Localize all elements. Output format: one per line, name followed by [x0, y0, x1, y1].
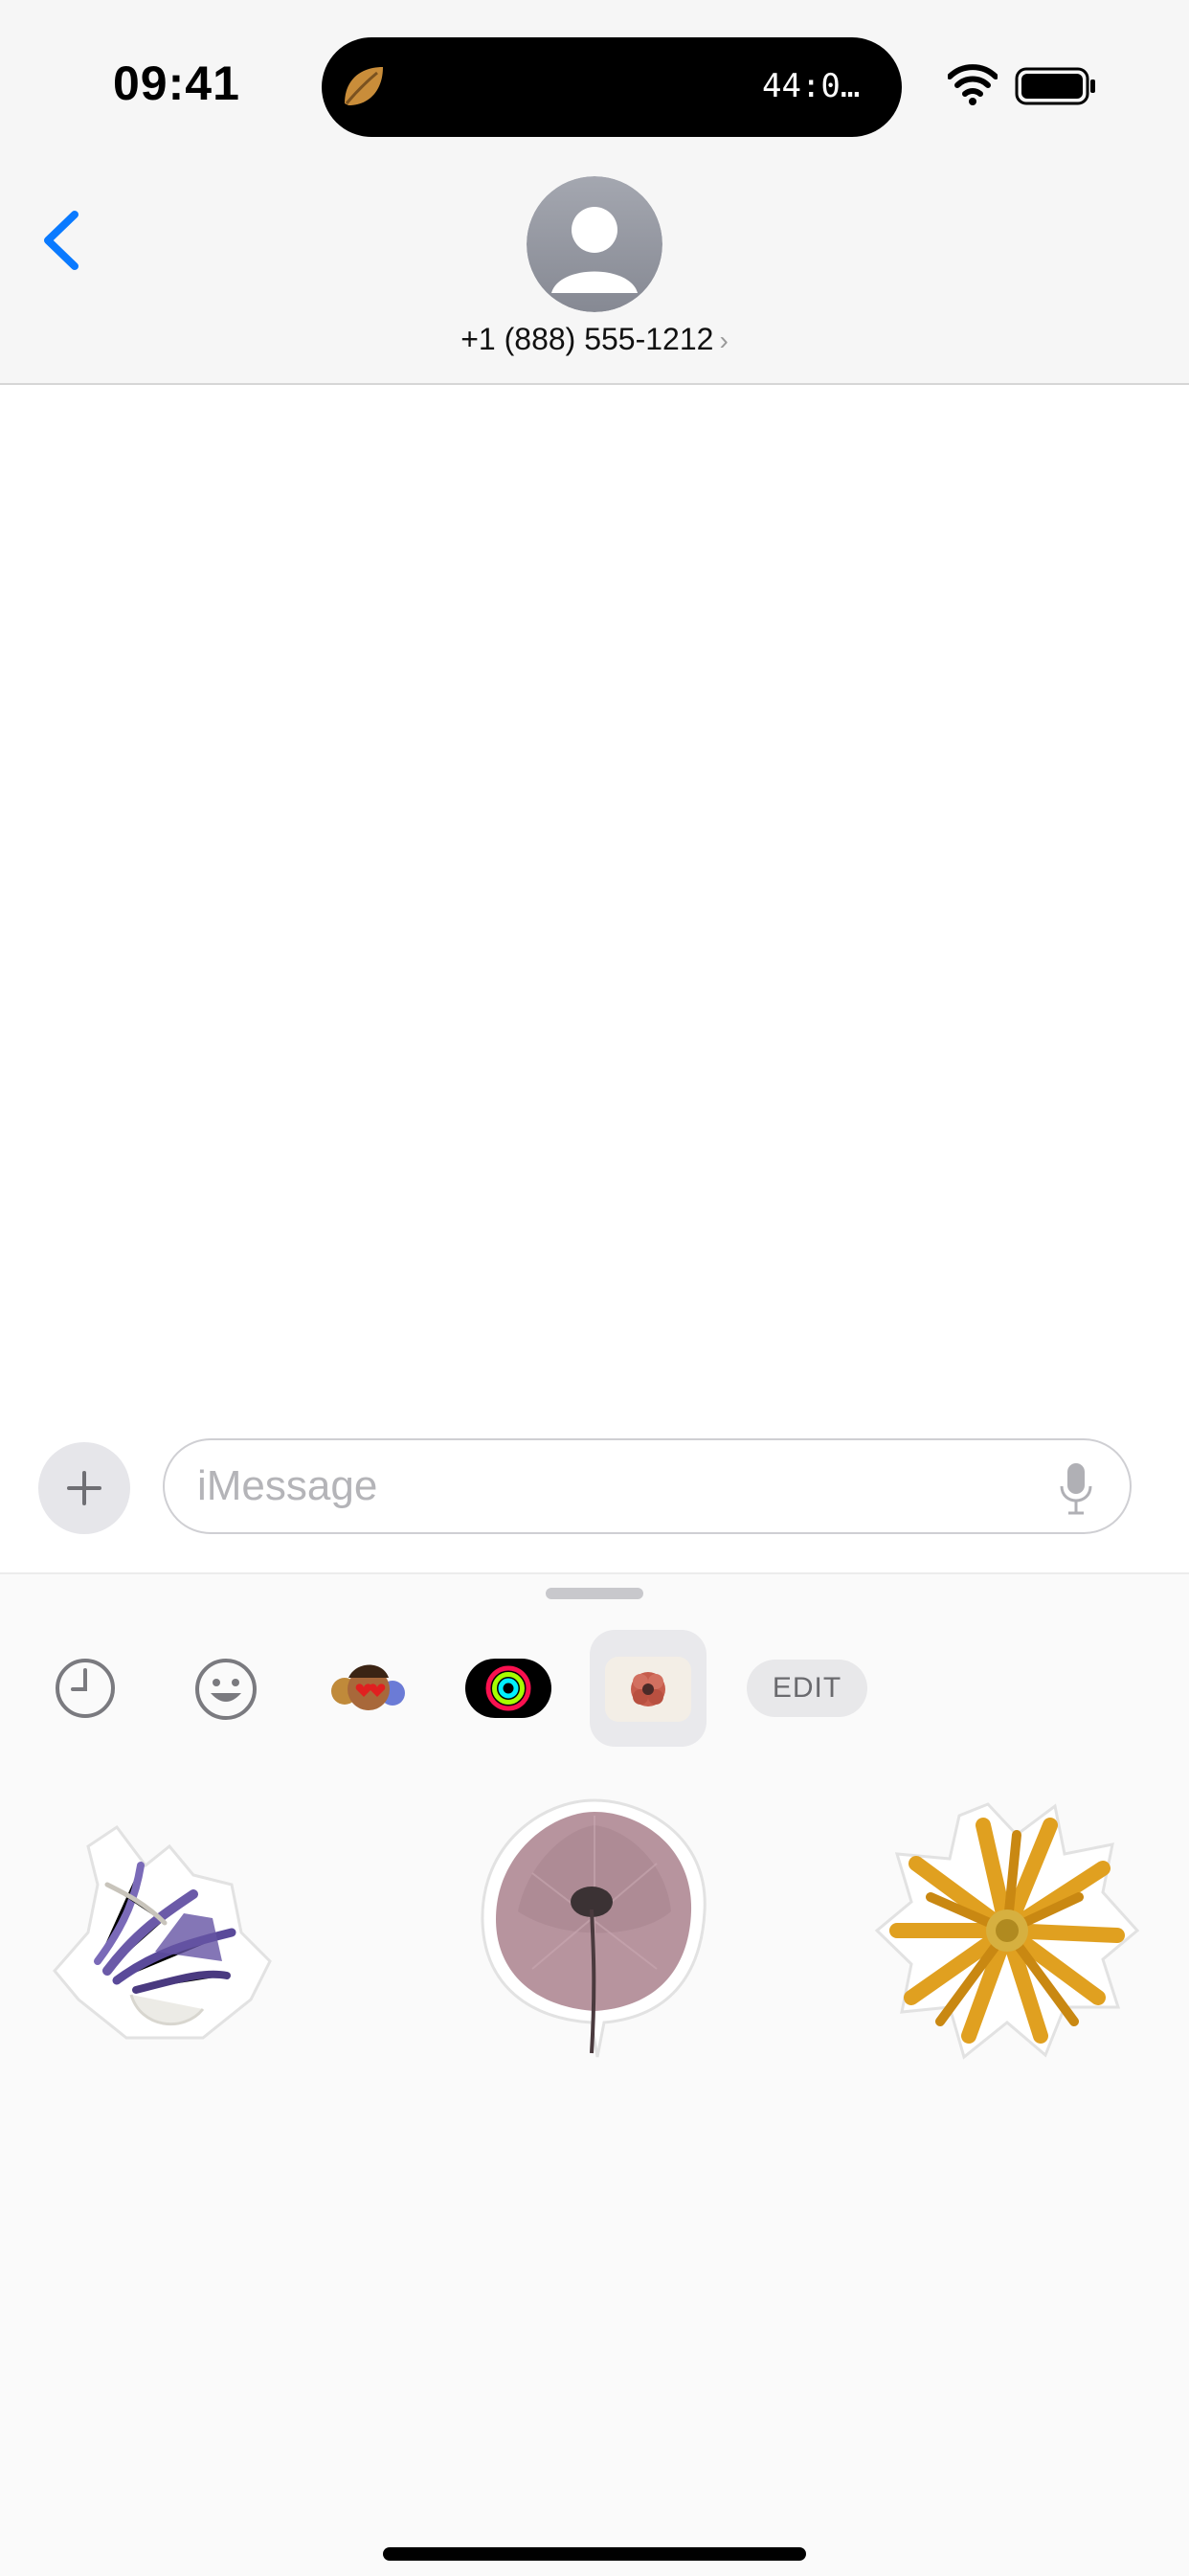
activity-rings-icon — [485, 1665, 531, 1711]
contact-avatar[interactable] — [527, 176, 662, 312]
flower-sticker-icon — [605, 1657, 691, 1722]
plus-icon — [67, 1471, 101, 1505]
chevron-right-icon: › — [719, 326, 729, 355]
activity-app[interactable] — [465, 1659, 551, 1718]
purple-pressed-flower-sticker[interactable] — [50, 1808, 280, 2047]
drawer-handle[interactable] — [546, 1588, 643, 1599]
flower-sticker-icon — [631, 1672, 665, 1706]
live-activity-timer: 44:0… — [762, 67, 861, 105]
clock-icon[interactable] — [54, 1657, 117, 1720]
yellow-pressed-daisy-sticker[interactable] — [873, 1796, 1141, 2065]
home-indicator[interactable] — [383, 2547, 806, 2561]
contact-title[interactable]: +1 (888) 555-1212 › — [0, 322, 1189, 357]
status-time: 09:41 — [113, 56, 240, 110]
wifi-icon — [948, 64, 998, 105]
pink-pressed-poppy-sticker[interactable] — [475, 1796, 714, 2061]
add-button[interactable] — [38, 1442, 130, 1534]
edit-button[interactable]: EDIT — [747, 1660, 867, 1717]
microphone-icon[interactable] — [1059, 1461, 1093, 1515]
leaf-icon — [345, 67, 383, 105]
smiley-icon[interactable] — [193, 1657, 258, 1722]
contact-name: +1 (888) 555-1212 — [460, 322, 714, 356]
battery-icon — [1015, 67, 1095, 105]
memoji-icon[interactable] — [327, 1657, 410, 1720]
message-placeholder: iMessage — [197, 1462, 378, 1509]
back-chevron-icon[interactable] — [38, 207, 86, 274]
